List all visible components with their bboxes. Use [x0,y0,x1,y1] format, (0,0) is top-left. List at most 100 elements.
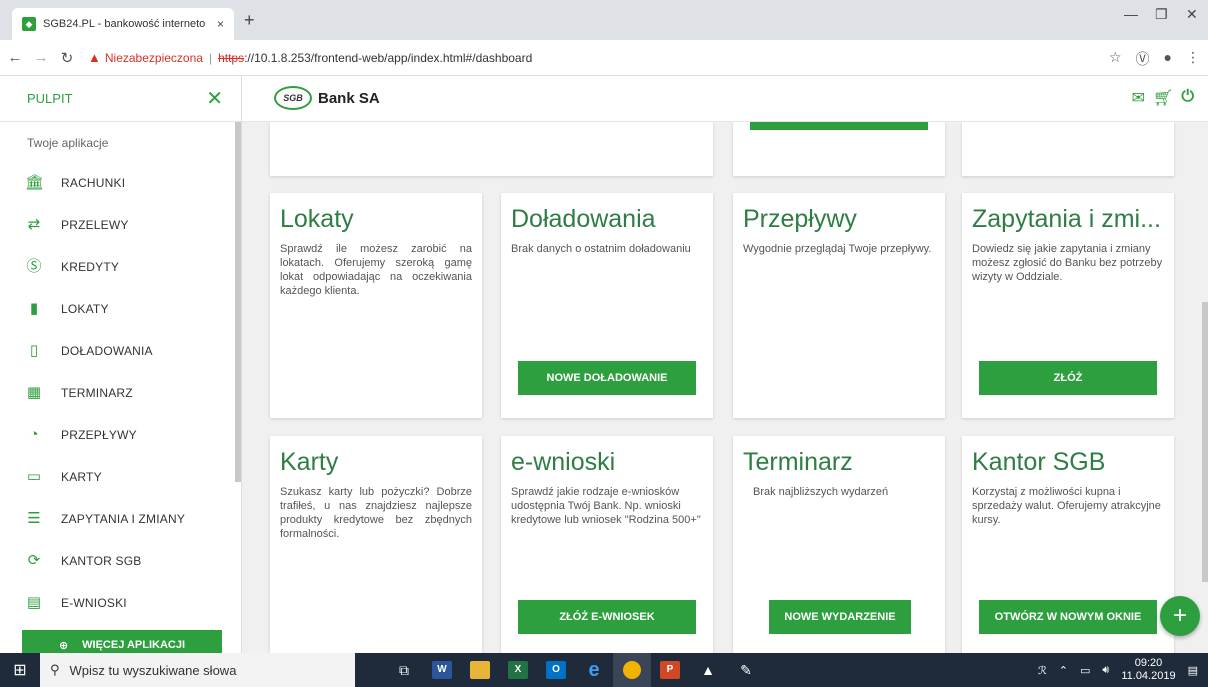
card-top-button[interactable] [750,122,928,130]
sidebar-item-rachunki[interactable]: 🏛︎ RACHUNKI [0,162,241,204]
card-text: Dowiedz się jakie zapytania i zmiany moż… [972,243,1163,283]
browser-tab[interactable]: ◆ SGB24.PL - bankowość interneto × [12,8,234,40]
tray-chevron-icon[interactable]: ⌃ [1059,664,1068,677]
restore-icon[interactable]: ❐ [1155,6,1168,23]
new-topup-button[interactable]: NOWE DOŁADOWANIE [518,361,696,395]
bookmark-star-icon[interactable]: ☆ [1109,49,1122,69]
sidebar-item-kantor-sgb[interactable]: ⟳ KANTOR SGB [0,540,241,582]
sidebar-item-label: RACHUNKI [61,176,126,190]
sidebar-item-zapytania-i-zmiany[interactable]: ☰ ZAPYTANIA I ZMIANY [0,498,241,540]
task-view-icon[interactable]: ⧉ [385,653,423,687]
sidebar-item-label: LOKATY [61,302,109,316]
reload-icon[interactable]: ↻ [56,49,78,67]
tab-close-button[interactable]: × [217,17,224,31]
volume-icon[interactable]: 🔊︎ [1102,664,1109,677]
card-ewnioski[interactable]: e-wnioski Sprawdź jakie rodzaje e-wniosk… [501,436,713,653]
exchange-icon: ⟳ [27,552,41,569]
sidebar-item-przepływy[interactable]: ◔ PRZEPŁYWY [0,414,241,456]
sidebar-scrollbar[interactable] [235,122,241,482]
bank-name: Bank SA [318,89,380,107]
menu-icon[interactable]: ⋮ [1186,49,1200,69]
photos-icon[interactable]: ▲ [689,653,727,687]
sidebar-item-terminarz[interactable]: ▦ TERMINARZ [0,372,241,414]
card-title: Doładowania [511,205,656,233]
card-text: Sprawdź ile możesz zarobić na lokatach. … [280,243,472,297]
minimize-icon[interactable]: — [1124,6,1138,22]
word-icon[interactable]: W [423,653,461,687]
extension-icon[interactable]: Ⓥ [1136,49,1150,69]
excel-icon[interactable]: X [499,653,537,687]
card-icon: ▭ [26,468,42,485]
taskbar-clock[interactable]: 09:20 11.04.2019 [1121,657,1175,683]
sidebar-item-lokaty[interactable]: ▮ LOKATY [0,288,241,330]
windows-taskbar: ⊞ ⚲ Wpisz tu wyszukiwane słowa ⧉ W X O e… [0,653,1208,687]
sidebar-item-label: PRZEPŁYWY [61,428,137,442]
powerpoint-icon[interactable]: P [651,653,689,687]
people-icon[interactable]: ℛ [1038,664,1047,677]
chrome-icon[interactable] [613,653,651,687]
paint-icon[interactable]: ✎ [727,653,765,687]
plus-icon: + [1172,602,1187,629]
sidebar-list: 🏛︎ RACHUNKI ⇄ PRZELEWY Ⓢ KREDYTY ▮ LOKATY ▯ DOŁAD… [0,162,241,624]
file-explorer-icon[interactable] [461,653,499,687]
card-kantor[interactable]: Kantor SGB Korzystaj z możliwości kupna … [962,436,1174,653]
document-icon: ☰ [27,510,41,527]
app-sidebar: PULPIT ✕ Twoje aplikacje 🏛︎ RACHUNKI ⇄ PRZE… [0,76,242,653]
notifications-icon[interactable]: ▤ [1188,664,1198,677]
sidebar-item-label: KANTOR SGB [61,554,142,568]
sidebar-header: PULPIT ✕ [0,76,241,122]
sidebar-title[interactable]: PULPIT [27,91,73,106]
card-lokaty[interactable]: Lokaty Sprawdź ile możesz zarobić na lok… [270,193,482,418]
search-placeholder: Wpisz tu wyszukiwane słowa [69,662,237,678]
profile-icon[interactable]: ● [1164,49,1172,69]
mail-icon[interactable]: ✉ [1132,88,1145,108]
power-icon[interactable]: ⏻ [1181,88,1194,108]
submit-eapplication-button[interactable]: ZŁÓŻ E-WNIOSEK [518,600,696,634]
card-title: Kantor SGB [972,448,1106,476]
card-terminarz[interactable]: Terminarz Brak najbliższych wydarzeń NOW… [733,436,945,653]
new-tab-button[interactable]: + [244,10,255,31]
card-zapytania[interactable]: Zapytania i zmi... Dowiedz się jakie zap… [962,193,1174,418]
site-favicon-icon: ◆ [22,17,36,31]
network-icon[interactable]: ▭ [1080,664,1090,677]
outlook-icon[interactable]: O [537,653,575,687]
sidebar-item-label: E-WNIOSKI [61,596,127,610]
back-icon[interactable]: ← [4,49,26,66]
windows-start-icon[interactable]: ⊞ [0,660,40,680]
phone-icon: ▯ [29,342,39,359]
sidebar-item-karty[interactable]: ▭ KARTY [0,456,241,498]
address-bar[interactable]: ▲ Niezabezpieczona | https ://10.1.8.253… [88,50,532,65]
transfer-icon: ⇄ [27,216,41,233]
sidebar-item-e-wnioski[interactable]: ▤ E-WNIOSKI [0,582,241,624]
dashboard: Lokaty Sprawdź ile możesz zarobić na lok… [242,122,1208,653]
card-text: Brak danych o ostatnim doładowaniu [511,243,691,255]
forward-icon[interactable]: → [30,49,52,66]
bank-logo[interactable]: SGB Bank SA [274,86,380,110]
sgb-logo-mark: SGB [274,86,312,110]
sidebar-item-doładowania[interactable]: ▯ DOŁADOWANIA [0,330,241,372]
sidebar-item-kredyty[interactable]: Ⓢ KREDYTY [0,246,241,288]
cart-icon[interactable]: 🛒︎ [1153,88,1173,108]
clock-icon: ◔ [29,426,39,443]
card-przeplywy[interactable]: Przepływy Wygodnie przeglądaj Twoje prze… [733,193,945,418]
card-karty[interactable]: Karty Szukasz karty lub pożyczki? Dobrze… [270,436,482,653]
security-label[interactable]: Niezabezpieczona [105,51,203,65]
edge-icon[interactable]: e [575,653,613,687]
browser-toolbar: ← → ↻ ▲ Niezabezpieczona | https ://10.1… [0,40,1208,76]
window-close-icon[interactable]: ✕ [1186,6,1198,23]
url-path: ://10.1.8.253/frontend-web/app/index.htm… [244,50,533,65]
add-fab-button[interactable]: + [1160,596,1200,636]
submit-request-button[interactable]: ZŁÓŻ [979,361,1157,395]
card-text: Sprawdź jakie rodzaje e-wniosków udostęp… [511,486,701,526]
dollar-icon: Ⓢ [26,258,42,275]
coins-icon: ▮ [29,300,39,317]
page-scrollbar[interactable] [1202,302,1208,582]
taskbar-search-input[interactable]: ⚲ Wpisz tu wyszukiwane słowa [40,653,355,687]
open-new-window-button[interactable]: OTWÓRZ W NOWYM OKNIE [979,600,1157,634]
sidebar-item-przelewy[interactable]: ⇄ PRZELEWY [0,204,241,246]
more-apps-button[interactable]: ⊕ WIĘCEJ APLIKACJI [22,630,222,653]
card-top-1 [270,122,713,176]
sidebar-close-icon[interactable]: ✕ [206,86,223,111]
new-event-button[interactable]: NOWE WYDARZENIE [769,600,911,634]
card-doladowania[interactable]: Doładowania Brak danych o ostatnim doład… [501,193,713,418]
